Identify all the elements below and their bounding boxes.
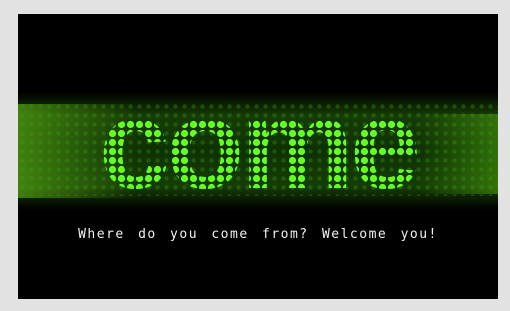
logo-word-dots — [18, 84, 498, 214]
tagline-text: Where do you come from? Welcome you! — [78, 227, 438, 242]
banner-screen: come come Where do you come from? Welcom… — [18, 14, 498, 299]
come-logo-halftone: come come — [18, 84, 498, 214]
page-frame: come come Where do you come from? Welcom… — [0, 0, 510, 311]
